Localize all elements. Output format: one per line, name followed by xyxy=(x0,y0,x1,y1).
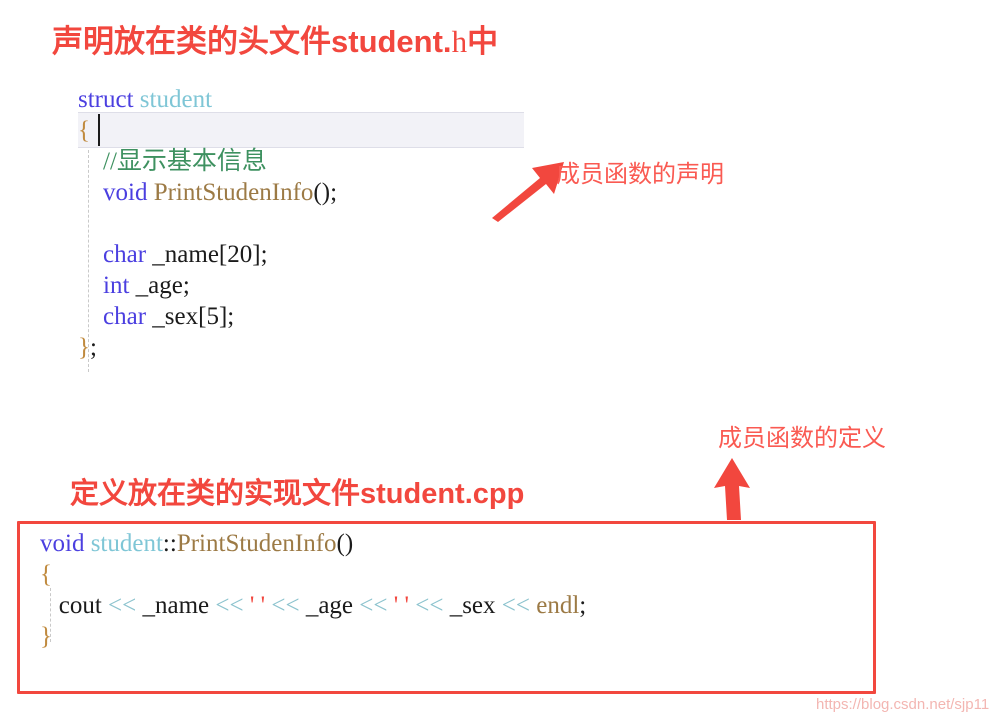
code-token: :: xyxy=(162,530,177,557)
code-token: void xyxy=(103,179,148,206)
code-line[interactable]: void student::PrintStudenInfo() xyxy=(40,528,586,559)
code-line[interactable]: void PrintStudenInfo(); xyxy=(78,177,337,208)
code-token: int xyxy=(103,272,130,299)
code-line[interactable]: struct student xyxy=(78,84,337,115)
watermark: https://blog.csdn.net/sjp11 xyxy=(816,696,990,713)
code-line[interactable]: { xyxy=(78,115,337,146)
code-block-student-h[interactable]: struct student{ //显示基本信息 void PrintStude… xyxy=(78,84,337,363)
code-token: endl xyxy=(536,592,580,619)
arrow-up-icon xyxy=(714,458,750,520)
code-line[interactable]: } xyxy=(40,621,586,652)
annotation-member-function-declaration: 成员函数的声明 xyxy=(556,161,724,188)
code-line[interactable]: int _age; xyxy=(78,270,337,301)
code-token: } xyxy=(78,334,90,361)
heading-declaration-extension: h xyxy=(451,24,468,59)
code-token: 5 xyxy=(206,303,219,330)
code-token: student xyxy=(90,530,163,557)
code-token: ]; xyxy=(252,241,268,268)
code-token: { xyxy=(78,117,90,144)
annotation-member-function-definition: 成员函数的定义 xyxy=(718,425,886,452)
code-token: << xyxy=(271,592,300,619)
code-line[interactable]: { xyxy=(40,559,586,590)
code-token: [ xyxy=(218,241,228,268)
code-token: student xyxy=(139,86,213,113)
code-line[interactable]: char _name[20]; xyxy=(78,239,337,270)
code-token: ]; xyxy=(218,303,235,330)
code-token: void xyxy=(40,530,85,557)
code-token: _sex xyxy=(146,303,199,330)
code-token: _age xyxy=(129,272,183,299)
heading-declaration-main-text: 声明放在类的头文件student. xyxy=(52,24,452,59)
code-block-student-cpp[interactable]: void student::PrintStudenInfo(){ cout <<… xyxy=(40,528,586,652)
code-token: << xyxy=(108,592,137,619)
code-token: char xyxy=(103,241,147,268)
code-token: _age xyxy=(299,592,360,619)
heading-definition-impl-file: 定义放在类的实现文件student.cpp xyxy=(70,478,525,510)
heading-declaration-header-file: 声明放在类的头文件student.h中 xyxy=(52,16,498,61)
code-token: _name xyxy=(146,241,219,268)
code-line[interactable]: //显示基本信息 xyxy=(78,146,337,177)
code-token: cout xyxy=(58,592,102,619)
code-token: //显示基本信息 xyxy=(103,148,267,175)
code-token: ; xyxy=(90,334,97,361)
code-token: << xyxy=(359,592,388,619)
arrow-up-right-icon xyxy=(492,162,564,222)
code-token: ; xyxy=(579,592,587,619)
code-token: } xyxy=(40,623,52,650)
code-token: ' ' xyxy=(249,592,266,619)
code-token: PrintStudenInfo xyxy=(176,530,337,557)
code-token: () xyxy=(336,530,354,557)
code-line[interactable]: char _sex[5]; xyxy=(78,301,337,332)
code-token: ; xyxy=(182,272,190,299)
code-token: PrintStudenInfo xyxy=(153,179,314,206)
code-token: << xyxy=(415,592,444,619)
code-token: char xyxy=(103,303,147,330)
code-token: << xyxy=(501,592,530,619)
code-token: _name xyxy=(136,592,216,619)
code-line[interactable] xyxy=(78,208,337,239)
code-token: _sex xyxy=(443,592,502,619)
code-token: ' ' xyxy=(393,592,409,619)
code-token: 20 xyxy=(227,241,253,268)
code-token: (); xyxy=(313,179,338,206)
code-token: { xyxy=(40,561,52,588)
code-token: << xyxy=(215,592,244,619)
heading-declaration-suffix: 中 xyxy=(467,24,499,59)
code-line[interactable]: }; xyxy=(78,332,337,363)
code-token: struct xyxy=(78,86,134,113)
code-line[interactable]: cout << _name << ' ' << _age << ' ' << _… xyxy=(40,590,586,621)
